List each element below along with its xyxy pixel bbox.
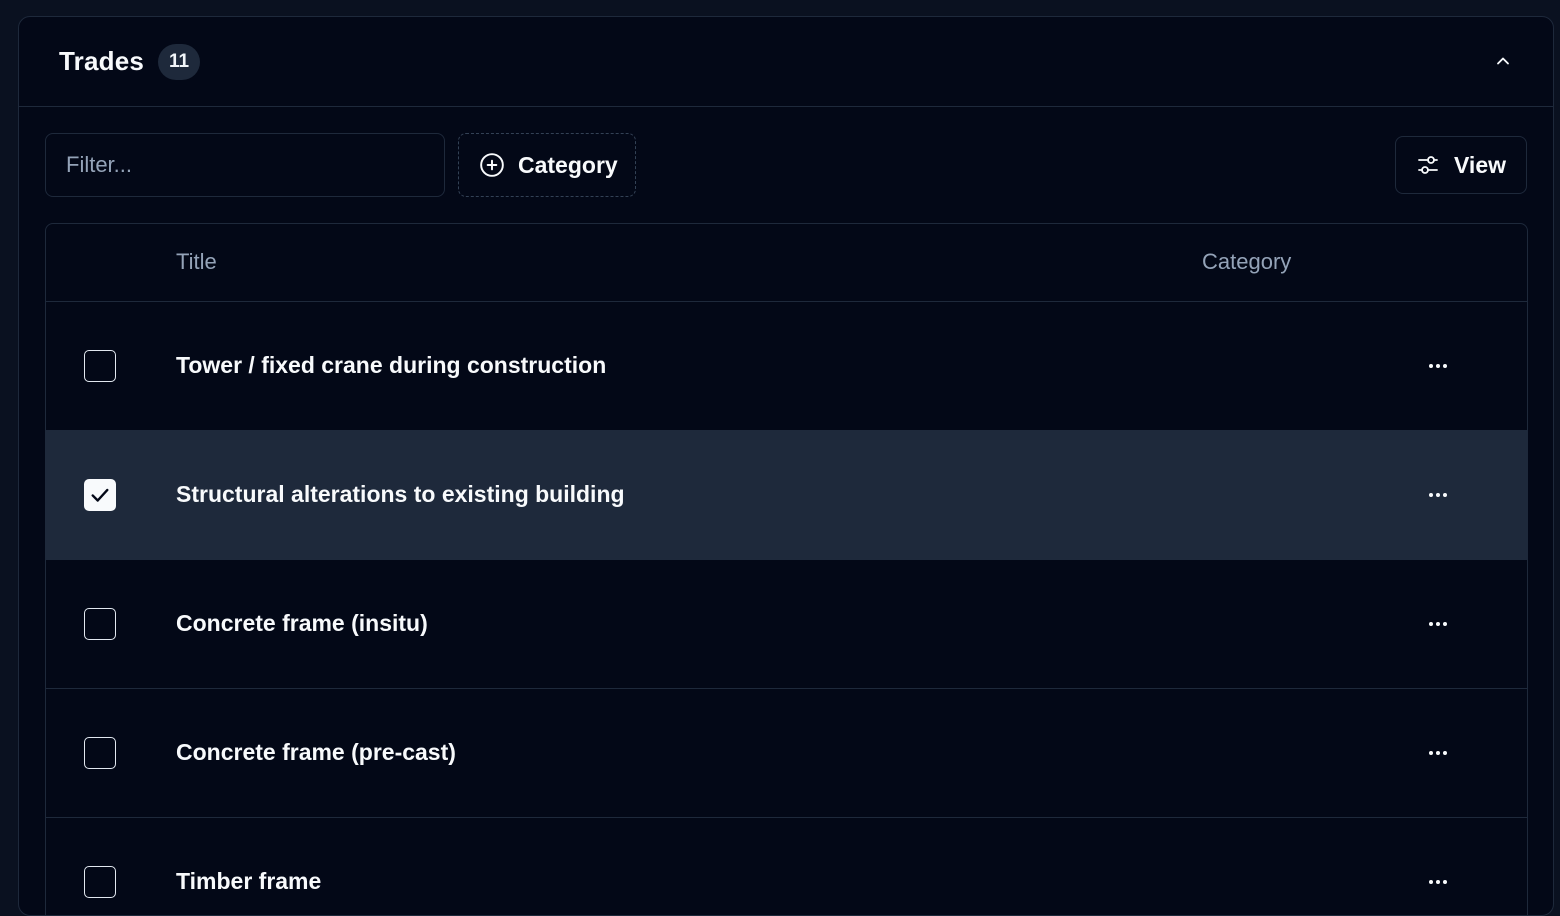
row-checkbox[interactable] bbox=[84, 608, 116, 640]
trades-card: Trades 11 Category View Title Cate bbox=[18, 16, 1554, 916]
toolbar: Category View bbox=[45, 133, 1527, 197]
collapse-button[interactable] bbox=[1487, 45, 1519, 77]
category-filter-label: Category bbox=[518, 151, 618, 178]
column-header-title[interactable]: Title bbox=[176, 249, 217, 275]
row-title: Timber frame bbox=[176, 868, 322, 894]
card-title: Trades bbox=[59, 46, 145, 76]
card-header: Trades 11 bbox=[19, 17, 1553, 107]
more-horizontal-icon bbox=[1429, 364, 1447, 368]
table-header: Title Category bbox=[46, 224, 1527, 302]
table-row[interactable]: Timber frame bbox=[46, 818, 1527, 915]
count-badge: 11 bbox=[158, 43, 201, 80]
row-title: Concrete frame (insitu) bbox=[176, 610, 428, 636]
more-horizontal-icon bbox=[1429, 622, 1447, 626]
table-row[interactable]: Concrete frame (insitu) bbox=[46, 560, 1527, 689]
table-row[interactable]: Concrete frame (pre-cast) bbox=[46, 689, 1527, 818]
row-actions-button[interactable] bbox=[1418, 735, 1458, 771]
more-horizontal-icon bbox=[1429, 751, 1447, 755]
row-checkbox[interactable] bbox=[84, 350, 116, 382]
row-title: Concrete frame (pre-cast) bbox=[176, 739, 456, 765]
row-checkbox[interactable] bbox=[84, 866, 116, 898]
more-horizontal-icon bbox=[1429, 880, 1447, 884]
view-button[interactable]: View bbox=[1395, 136, 1527, 194]
row-actions-button[interactable] bbox=[1418, 477, 1458, 513]
row-checkbox[interactable] bbox=[84, 479, 116, 511]
row-actions-button[interactable] bbox=[1418, 864, 1458, 900]
column-header-category[interactable]: Category bbox=[1202, 249, 1291, 275]
chevron-up-icon bbox=[1497, 57, 1509, 65]
sliders-icon bbox=[1416, 153, 1440, 177]
table-row[interactable]: Tower / fixed crane during construction bbox=[46, 302, 1527, 431]
row-title: Structural alterations to existing build… bbox=[176, 481, 625, 507]
row-checkbox[interactable] bbox=[84, 737, 116, 769]
category-filter-button[interactable]: Category bbox=[458, 133, 636, 197]
check-icon bbox=[91, 488, 109, 502]
trades-table: Title Category Tower / fixed crane durin… bbox=[45, 223, 1528, 915]
view-button-label: View bbox=[1454, 151, 1506, 178]
row-actions-button[interactable] bbox=[1418, 348, 1458, 384]
table-row[interactable]: Structural alterations to existing build… bbox=[46, 431, 1527, 560]
filter-input[interactable] bbox=[45, 133, 445, 197]
plus-circle-icon bbox=[479, 152, 505, 178]
more-horizontal-icon bbox=[1429, 493, 1447, 497]
row-title: Tower / fixed crane during construction bbox=[176, 352, 607, 378]
row-actions-button[interactable] bbox=[1418, 606, 1458, 642]
